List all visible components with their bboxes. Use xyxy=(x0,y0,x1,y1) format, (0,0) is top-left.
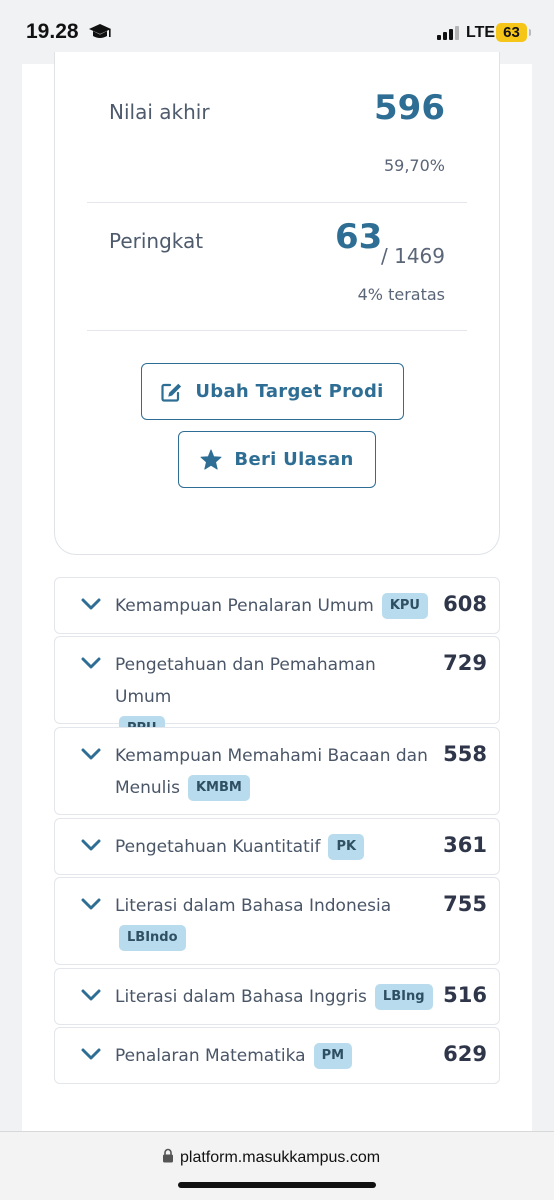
subtest-score: 558 xyxy=(443,742,487,766)
subtest-title: Literasi dalam Bahasa Indonesia LBIndo xyxy=(115,890,437,954)
subtest-title: Literasi dalam Bahasa Inggris LBIng xyxy=(115,981,437,1013)
subtest-title: Penalaran Matematika PM xyxy=(115,1040,437,1072)
graduation-cap-icon xyxy=(89,24,111,38)
subtest-item-pm[interactable]: Penalaran Matematika PM 629 xyxy=(54,1027,500,1084)
final-score-percent: 59,70% xyxy=(383,156,445,175)
final-score-label: Nilai akhir xyxy=(109,100,210,124)
cellular-signal-icon xyxy=(437,26,459,40)
edit-target-button[interactable]: Ubah Target Prodi xyxy=(141,363,404,420)
subtest-item-ppu[interactable]: Pengetahuan dan Pemahaman UmumPPU 729 xyxy=(54,636,500,742)
chevron-down-icon[interactable] xyxy=(81,989,101,1002)
subtest-name: Kemampuan Memahami Bacaan dan Menulis xyxy=(115,746,428,798)
subtest-code-badge: KPU xyxy=(381,593,428,619)
edit-target-label: Ubah Target Prodi xyxy=(195,381,384,402)
chevron-down-icon[interactable] xyxy=(81,898,101,911)
subtest-code-badge: PK xyxy=(328,834,365,860)
chevron-down-icon[interactable] xyxy=(81,657,101,670)
subtest-score: 516 xyxy=(443,983,487,1007)
subtest-code-badge: LBIng xyxy=(374,984,433,1010)
divider xyxy=(87,202,467,203)
subtest-score: 755 xyxy=(443,892,487,916)
subtest-score: 729 xyxy=(443,651,487,675)
browser-address-bar[interactable]: platform.masukkampus.com xyxy=(0,1131,554,1200)
subtest-score: 608 xyxy=(443,592,487,616)
subtest-name: Pengetahuan dan Pemahaman Umum xyxy=(115,655,376,707)
battery-icon: 63 xyxy=(496,23,531,42)
network-type: LTE xyxy=(466,24,496,41)
result-card: Nilai akhir 596 59,70% Peringkat 63 / 14… xyxy=(54,52,500,555)
subtest-name: Pengetahuan Kuantitatif xyxy=(115,837,321,857)
home-indicator xyxy=(178,1182,376,1188)
subtest-item-pk[interactable]: Pengetahuan Kuantitatif PK 361 xyxy=(54,818,500,875)
rank-total: / 1469 xyxy=(381,244,445,268)
rank-value: 63 xyxy=(335,217,383,257)
subtest-name: Literasi dalam Bahasa Indonesia xyxy=(115,896,392,916)
subtest-title: Pengetahuan Kuantitatif PK xyxy=(115,831,437,863)
subtest-score: 361 xyxy=(443,833,487,857)
chevron-down-icon[interactable] xyxy=(81,839,101,852)
divider xyxy=(87,330,467,331)
edit-icon xyxy=(161,383,182,402)
chevron-down-icon[interactable] xyxy=(81,748,101,761)
subtest-title: Kemampuan Memahami Bacaan dan Menulis KMB… xyxy=(115,740,437,804)
subtest-item-kpu[interactable]: Kemampuan Penalaran Umum KPU 608 xyxy=(54,577,500,634)
rank-label: Peringkat xyxy=(109,229,204,253)
subtest-name: Penalaran Matematika xyxy=(115,1046,306,1066)
subtest-item-lbindo[interactable]: Literasi dalam Bahasa Indonesia LBIndo 75… xyxy=(54,877,500,965)
lock-icon xyxy=(163,1148,173,1163)
status-time: 19.28 xyxy=(26,20,79,43)
subtest-item-kmbm[interactable]: Kemampuan Memahami Bacaan dan Menulis KMB… xyxy=(54,727,500,815)
subtest-name: Kemampuan Penalaran Umum xyxy=(115,596,374,616)
subtest-name: Literasi dalam Bahasa Inggris xyxy=(115,987,367,1007)
star-icon xyxy=(200,449,222,470)
subtest-code-badge: KMBM xyxy=(187,775,250,801)
subtest-code-badge: LBIndo xyxy=(119,925,186,951)
final-score-value: 596 xyxy=(374,88,445,128)
chevron-down-icon[interactable] xyxy=(81,1048,101,1061)
review-button[interactable]: Beri Ulasan xyxy=(178,431,376,488)
rank-note: 4% teratas xyxy=(357,285,445,304)
subtest-score: 629 xyxy=(443,1042,487,1066)
subtest-code-badge: PM xyxy=(313,1043,353,1069)
subtest-title: Kemampuan Penalaran Umum KPU xyxy=(115,590,437,622)
review-label: Beri Ulasan xyxy=(234,449,354,470)
subtest-item-lbing[interactable]: Literasi dalam Bahasa Inggris LBIng 516 xyxy=(54,968,500,1025)
url-text[interactable]: platform.masukkampus.com xyxy=(180,1149,380,1167)
chevron-down-icon[interactable] xyxy=(81,598,101,611)
